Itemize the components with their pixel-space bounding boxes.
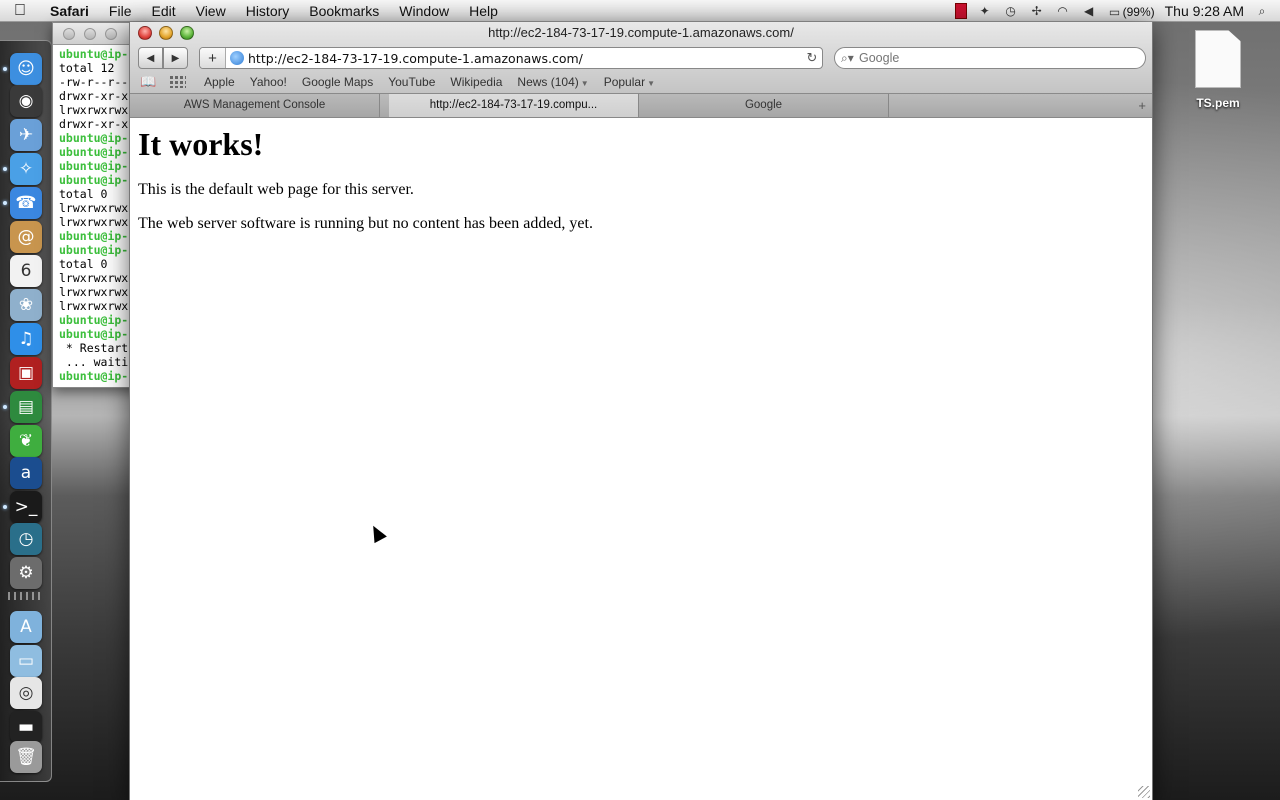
terminal-close-button[interactable] <box>63 28 75 40</box>
forward-button[interactable]: ▶ <box>163 47 188 69</box>
dock: ☺ ◉ ✈ ✧ ☎ @6 ❀ ♫ ▣ ▤ ❦ a >_ ◷ ⚙ A ▭ ◎ ▬ 🗑 <box>0 40 52 782</box>
new-tab-icon[interactable]: + <box>1138 98 1146 113</box>
address-bar: + ↻ <box>199 47 823 69</box>
window-title: http://ec2-184-73-17-19.compute-1.amazon… <box>488 25 794 40</box>
chevron-down-icon: ▼ <box>580 79 589 88</box>
safari-window[interactable]: http://ec2-184-73-17-19.compute-1.amazon… <box>129 22 1153 800</box>
photo-booth-icon[interactable]: ▣ <box>10 357 42 389</box>
flag-status-icon[interactable] <box>954 3 967 19</box>
mail-icon[interactable]: ✈ <box>10 119 42 151</box>
add-bookmark-button[interactable]: + <box>200 48 226 68</box>
show-all-bookmarks-icon[interactable]: 📖 <box>140 74 158 90</box>
web-page-content: It works! This is the default web page f… <box>130 118 1152 257</box>
running-indicator <box>3 67 7 71</box>
search-input[interactable] <box>859 51 1145 65</box>
apple-menu-icon[interactable]:  <box>0 2 40 20</box>
search-bar: ⌕▾ <box>834 47 1146 69</box>
page-paragraph-status: The web server software is running but n… <box>138 215 593 232</box>
battery-status[interactable]: ▭ (99%) <box>1107 3 1155 20</box>
bookmark-wikipedia[interactable]: Wikipedia <box>450 75 502 89</box>
forward-arrow-icon: ▶ <box>171 52 180 64</box>
ichat-icon[interactable]: ☎ <box>10 187 42 219</box>
amazon-icon[interactable]: a <box>10 457 42 489</box>
ical-icon[interactable]: 6 <box>10 255 42 287</box>
bookmark-apple[interactable]: Apple <box>204 75 235 89</box>
tab-google[interactable]: Google <box>639 94 889 117</box>
bookmark-google-maps[interactable]: Google Maps <box>302 75 373 89</box>
bookmark-youtube[interactable]: YouTube <box>388 75 435 89</box>
safari-titlebar: http://ec2-184-73-17-19.compute-1.amazon… <box>130 22 1152 94</box>
menu-history[interactable]: History <box>236 0 300 22</box>
search-icon[interactable]: ⌕▾ <box>841 51 859 66</box>
trash-icon[interactable]: 🗑 <box>10 741 42 773</box>
numbers-icon[interactable]: ▤ <box>10 391 42 423</box>
page-paragraph-default: This is the default web page for this se… <box>138 181 414 198</box>
back-arrow-icon: ◀ <box>146 52 155 64</box>
running-indicator <box>3 201 7 205</box>
display-icon[interactable]: ▬ <box>10 711 42 743</box>
dock-separator <box>8 592 44 600</box>
running-indicator <box>3 405 7 409</box>
battery-percentage: (99%) <box>1122 4 1155 19</box>
toolbar: ◀ ▶ + ↻ ⌕▾ <box>130 46 1152 70</box>
chevron-down-icon: ▼ <box>647 79 655 88</box>
safari-icon[interactable]: ✧ <box>10 153 42 185</box>
address-book-icon[interactable]: @ <box>10 221 42 253</box>
back-button[interactable]: ◀ <box>138 47 163 69</box>
bookmark-news-label: News (104) <box>517 75 579 89</box>
menu-app-safari[interactable]: Safari <box>40 0 99 22</box>
menu-edit[interactable]: Edit <box>141 0 185 22</box>
reload-icon[interactable]: ↻ <box>802 50 822 66</box>
dashboard-icon[interactable]: ◉ <box>10 85 42 117</box>
time-machine-status-icon[interactable]: ◷ <box>1003 3 1019 19</box>
battery-icon: ▭ <box>1108 4 1121 19</box>
bookmark-yahoo[interactable]: Yahoo! <box>250 75 287 89</box>
bookmark-folder-news[interactable]: News (104) ▼ <box>517 75 588 89</box>
page-heading: It works! <box>138 126 264 162</box>
terminal-minimize-button[interactable] <box>84 28 96 40</box>
iphoto-icon[interactable]: ❀ <box>10 289 42 321</box>
menu-file[interactable]: File <box>99 0 142 22</box>
resize-handle[interactable] <box>1138 786 1150 798</box>
terminal-icon[interactable]: >_ <box>10 491 42 523</box>
documents-folder-icon[interactable]: ▭ <box>10 645 42 677</box>
desktop-file-ts-pem[interactable]: TS.pem <box>1188 30 1248 110</box>
running-indicator <box>3 505 7 509</box>
dropbox-icon[interactable]: ✦ <box>977 3 993 19</box>
address-input[interactable] <box>248 50 802 66</box>
time-machine-icon[interactable]: ◷ <box>10 523 42 555</box>
running-indicator <box>3 167 7 171</box>
menu-bookmarks[interactable]: Bookmarks <box>299 0 389 22</box>
bookmark-popular-label: Popular <box>603 75 646 89</box>
document-icon[interactable]: ◎ <box>10 677 42 709</box>
desktop-file-label: TS.pem <box>1196 96 1240 110</box>
wifi-icon[interactable]: ◠ <box>1055 3 1071 19</box>
leaf-icon[interactable]: ❦ <box>10 425 42 457</box>
volume-icon[interactable]: ◀ <box>1081 3 1097 19</box>
site-globe-icon <box>230 51 244 65</box>
menu-help[interactable]: Help <box>459 0 508 22</box>
terminal-zoom-button[interactable] <box>105 28 117 40</box>
finder-icon[interactable]: ☺ <box>10 53 42 85</box>
menu-extras: ✦ ◷ ✢ ◠ ◀ ▭ (99%) Thu 9:28 AM ⌕ <box>954 0 1280 22</box>
tab-bar: AWS Management Console http://ec2-184-73… <box>130 94 1152 118</box>
menu-clock[interactable]: Thu 9:28 AM <box>1165 3 1244 19</box>
applications-folder-icon[interactable]: A <box>10 611 42 643</box>
bookmark-folder-popular[interactable]: Popular ▼ <box>604 75 655 89</box>
spotlight-search-icon[interactable]: ⌕ <box>1254 3 1270 19</box>
menu-window[interactable]: Window <box>389 0 459 22</box>
tab-aws-console[interactable]: AWS Management Console <box>130 94 380 117</box>
bookmarks-bar: 📖 Apple Yahoo! Google Maps YouTube Wikip… <box>130 72 1152 92</box>
top-sites-icon[interactable] <box>170 76 186 88</box>
tab-ec2-server[interactable]: http://ec2-184-73-17-19.compu... <box>389 94 639 117</box>
itunes-icon[interactable]: ♫ <box>10 323 42 355</box>
menu-bar:  Safari File Edit View History Bookmark… <box>0 0 1280 22</box>
bluetooth-icon[interactable]: ✢ <box>1029 3 1045 19</box>
system-preferences-icon[interactable]: ⚙ <box>10 557 42 589</box>
menu-view[interactable]: View <box>186 0 236 22</box>
document-file-icon <box>1195 30 1241 88</box>
